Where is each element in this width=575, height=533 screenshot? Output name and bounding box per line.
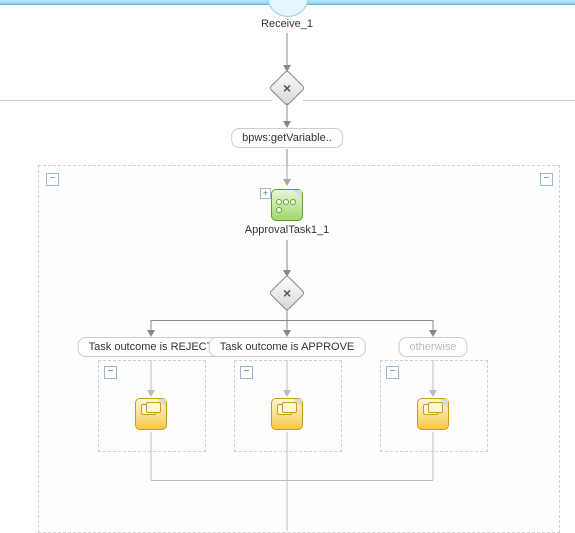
collapse-toggle[interactable]: − bbox=[386, 366, 399, 379]
assign-icon bbox=[277, 404, 292, 415]
start-event-label: Receive_1 bbox=[261, 18, 313, 30]
flow-arrow bbox=[151, 432, 152, 480]
approval-task-label: ApprovalTask1_1 bbox=[245, 224, 329, 236]
assign-icon bbox=[141, 404, 156, 415]
flow-arrow bbox=[287, 480, 288, 531]
collapse-toggle-right[interactable]: − bbox=[540, 173, 553, 186]
flow-arrowhead bbox=[283, 121, 291, 128]
assign-activity-approve[interactable] bbox=[271, 398, 303, 430]
flow-arrow bbox=[287, 360, 288, 390]
flow-arrowhead bbox=[147, 330, 155, 337]
flow-arrowhead bbox=[147, 390, 155, 397]
gateway-exclusive-top[interactable]: × bbox=[274, 75, 300, 101]
branch-label: Task outcome is APPROVE bbox=[220, 341, 355, 353]
flow-arrow bbox=[287, 33, 288, 65]
gateway-exclusive-bottom[interactable]: × bbox=[274, 280, 300, 306]
flow-arrow bbox=[287, 240, 288, 270]
flow-arrow bbox=[433, 360, 434, 390]
x-icon: × bbox=[283, 80, 291, 96]
branch-condition-approve[interactable]: Task outcome is APPROVE bbox=[209, 337, 366, 357]
flow-arrow bbox=[433, 432, 434, 480]
branch-label: otherwise bbox=[409, 341, 456, 353]
assign-icon bbox=[423, 404, 438, 415]
divider-left bbox=[0, 100, 272, 101]
flow-arrowhead bbox=[429, 390, 437, 397]
flow-stub bbox=[287, 320, 288, 330]
collapse-toggle[interactable]: − bbox=[240, 366, 253, 379]
flow-stub bbox=[151, 320, 152, 330]
flow-arrowhead bbox=[429, 330, 437, 337]
assign-activity-reject[interactable] bbox=[135, 398, 167, 430]
flow-merge-bar bbox=[151, 480, 433, 481]
branch-label: Task outcome is REJECT bbox=[89, 341, 214, 353]
approval-task-node[interactable]: + bbox=[271, 189, 303, 221]
condition-expression[interactable]: bpws:getVariable.. bbox=[231, 128, 343, 148]
flow-arrow bbox=[287, 103, 288, 121]
branch-condition-otherwise[interactable]: otherwise bbox=[398, 337, 467, 357]
plus-icon[interactable]: + bbox=[260, 188, 271, 199]
flow-arrowhead bbox=[283, 330, 291, 337]
human-task-icon bbox=[276, 198, 302, 214]
divider-right bbox=[303, 100, 575, 101]
flow-arrowhead bbox=[283, 390, 291, 397]
collapse-toggle-left[interactable]: − bbox=[46, 173, 59, 186]
branch-condition-reject[interactable]: Task outcome is REJECT bbox=[78, 337, 225, 357]
flow-arrow bbox=[151, 360, 152, 390]
start-event-arc bbox=[267, 0, 309, 17]
x-icon: × bbox=[283, 285, 291, 301]
condition-label: bpws:getVariable.. bbox=[242, 132, 332, 144]
flow-split-bar bbox=[151, 320, 433, 321]
collapse-toggle[interactable]: − bbox=[104, 366, 117, 379]
assign-activity-otherwise[interactable] bbox=[417, 398, 449, 430]
flow-arrow bbox=[287, 432, 288, 480]
flow-stub bbox=[433, 320, 434, 330]
